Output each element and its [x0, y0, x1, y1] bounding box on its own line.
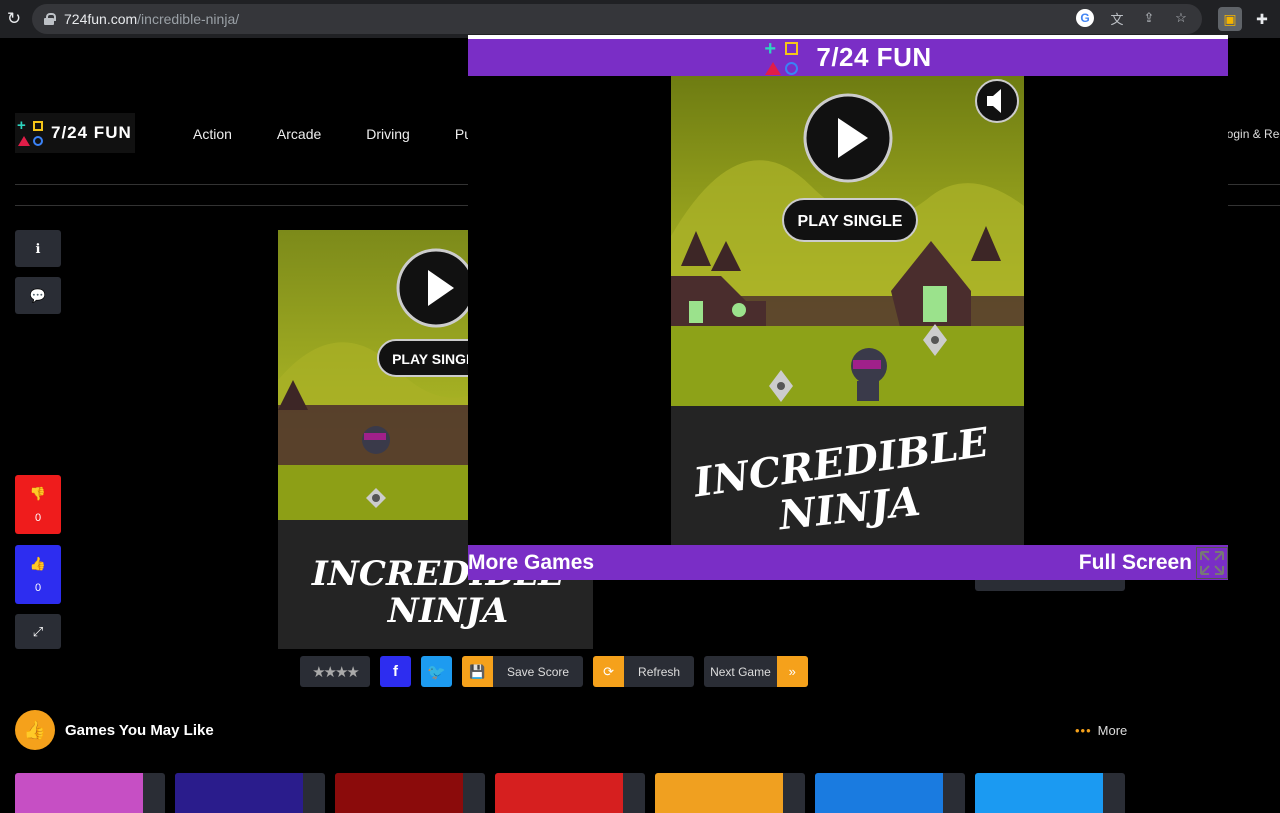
logo-mark-icon: +: [764, 39, 799, 75]
game-thumbnail[interactable]: [175, 773, 325, 813]
game-thumbnail-image: [175, 773, 303, 813]
dislike-count: 0: [34, 511, 42, 524]
recommend-header: 👍 Games You May Like: [15, 710, 214, 750]
logo-text: 7/24 FUN: [51, 123, 132, 142]
nav-item-driving[interactable]: Driving: [366, 126, 410, 142]
full-screen-link[interactable]: Full Screen: [1078, 546, 1228, 579]
game-thumbnail[interactable]: [15, 773, 165, 813]
refresh-icon: ⟳: [593, 656, 625, 687]
game-thumbnail-image: [655, 773, 783, 813]
expand-arrows-icon: [1196, 546, 1228, 579]
game-title-line2: NINJA: [387, 591, 509, 631]
game-popup: + 7/24 FUN PLAY SINGLE INCREDIBLE NINJA …: [468, 35, 1228, 580]
game-thumbnail-image: [815, 773, 943, 813]
twitter-share-button[interactable]: 🐦: [421, 656, 452, 687]
dots-icon: •••: [1075, 723, 1092, 738]
url-path: /incredible-ninja/: [137, 11, 240, 27]
game-thumbnail-image: [15, 773, 143, 813]
translate-icon[interactable]: 文: [1108, 9, 1126, 27]
lock-icon[interactable]: [44, 13, 56, 25]
like-button[interactable]: 👍 0: [15, 545, 61, 604]
share-icon[interactable]: ⇪: [1140, 9, 1158, 27]
game-actions: ★★★★ f 🐦 💾 Save Score ⟳ Refresh Next Gam…: [300, 656, 808, 687]
game-thumbnail-image: [975, 773, 1103, 813]
facebook-icon: f: [393, 663, 398, 680]
nav-item-arcade[interactable]: Arcade: [277, 126, 321, 142]
thumbs-down-icon: 👎: [29, 485, 47, 501]
save-icon: 💾: [462, 656, 493, 687]
game-thumbnail-image: [335, 773, 463, 813]
logo-mark-icon: +: [17, 118, 43, 146]
extensions-puzzle-icon[interactable]: ✚: [1250, 7, 1274, 31]
nav-item-action[interactable]: Action: [193, 126, 232, 142]
popup-game-scene: PLAY SINGLE INCREDIBLE NINJA: [671, 76, 1024, 545]
thumbs-up-icon: 👍: [15, 710, 55, 750]
facebook-share-button[interactable]: f: [380, 656, 411, 687]
info-button[interactable]: ℹ: [15, 230, 61, 267]
extension-active-icon[interactable]: ▣: [1218, 7, 1242, 31]
more-label: More: [1097, 723, 1128, 738]
dislike-button[interactable]: 👎 0: [15, 475, 61, 534]
next-game-button[interactable]: Next Game »: [704, 656, 808, 687]
comment-icon: 💬: [29, 287, 47, 303]
comments-button[interactable]: 💬: [15, 277, 61, 314]
thumbs-up-icon: 👍: [29, 555, 47, 571]
save-score-button[interactable]: 💾 Save Score: [462, 656, 584, 687]
rating-stars[interactable]: ★★★★: [300, 656, 370, 687]
more-link[interactable]: ••• More: [1075, 723, 1127, 738]
game-thumbnail[interactable]: [495, 773, 645, 813]
url-host: 724fun.com: [64, 11, 138, 27]
browser-toolbar: ↻ 724fun.com/incredible-ninja/ G 文 ⇪ ☆ ▣…: [0, 0, 1280, 38]
next-game-label: Next Game: [710, 664, 771, 679]
refresh-button[interactable]: ⟳ Refresh: [593, 656, 695, 687]
info-icon: ℹ: [35, 240, 41, 256]
popup-logo-text: 7/24 FUN: [816, 42, 932, 72]
bookmark-star-icon[interactable]: ☆: [1172, 9, 1190, 27]
game-thumbnail[interactable]: [975, 773, 1125, 813]
site-logo[interactable]: + 7/24 FUN: [15, 113, 135, 153]
double-chevron-right-icon: »: [776, 656, 808, 687]
recommend-thumbnails: [15, 773, 1125, 813]
like-count: 0: [34, 581, 42, 594]
more-games-link[interactable]: More Games: [468, 551, 594, 575]
save-score-label: Save Score: [507, 664, 570, 679]
expand-icon: ⤢: [32, 623, 44, 639]
recommend-title: Games You May Like: [65, 721, 214, 739]
full-screen-label: Full Screen: [1078, 550, 1192, 574]
game-thumbnail-image: [495, 773, 623, 813]
popup-footer: More Games Full Screen: [468, 545, 1228, 580]
popup-play-single-label[interactable]: PLAY SINGLE: [798, 213, 903, 230]
refresh-label: Refresh: [638, 664, 681, 679]
reload-icon[interactable]: ↻: [2, 7, 26, 31]
fullscreen-button[interactable]: ⤢: [15, 614, 61, 649]
login-register-link[interactable]: Login & Reg: [1220, 127, 1280, 141]
game-thumbnail[interactable]: [335, 773, 485, 813]
game-thumbnail[interactable]: [655, 773, 805, 813]
game-thumbnail[interactable]: [815, 773, 965, 813]
address-bar[interactable]: 724fun.com/incredible-ninja/ G 文 ⇪ ☆: [32, 4, 1202, 34]
google-icon[interactable]: G: [1076, 9, 1094, 27]
popup-game-frame[interactable]: PLAY SINGLE INCREDIBLE NINJA: [671, 76, 1024, 545]
popup-header: + 7/24 FUN: [468, 39, 1228, 76]
twitter-icon: 🐦: [427, 663, 446, 681]
